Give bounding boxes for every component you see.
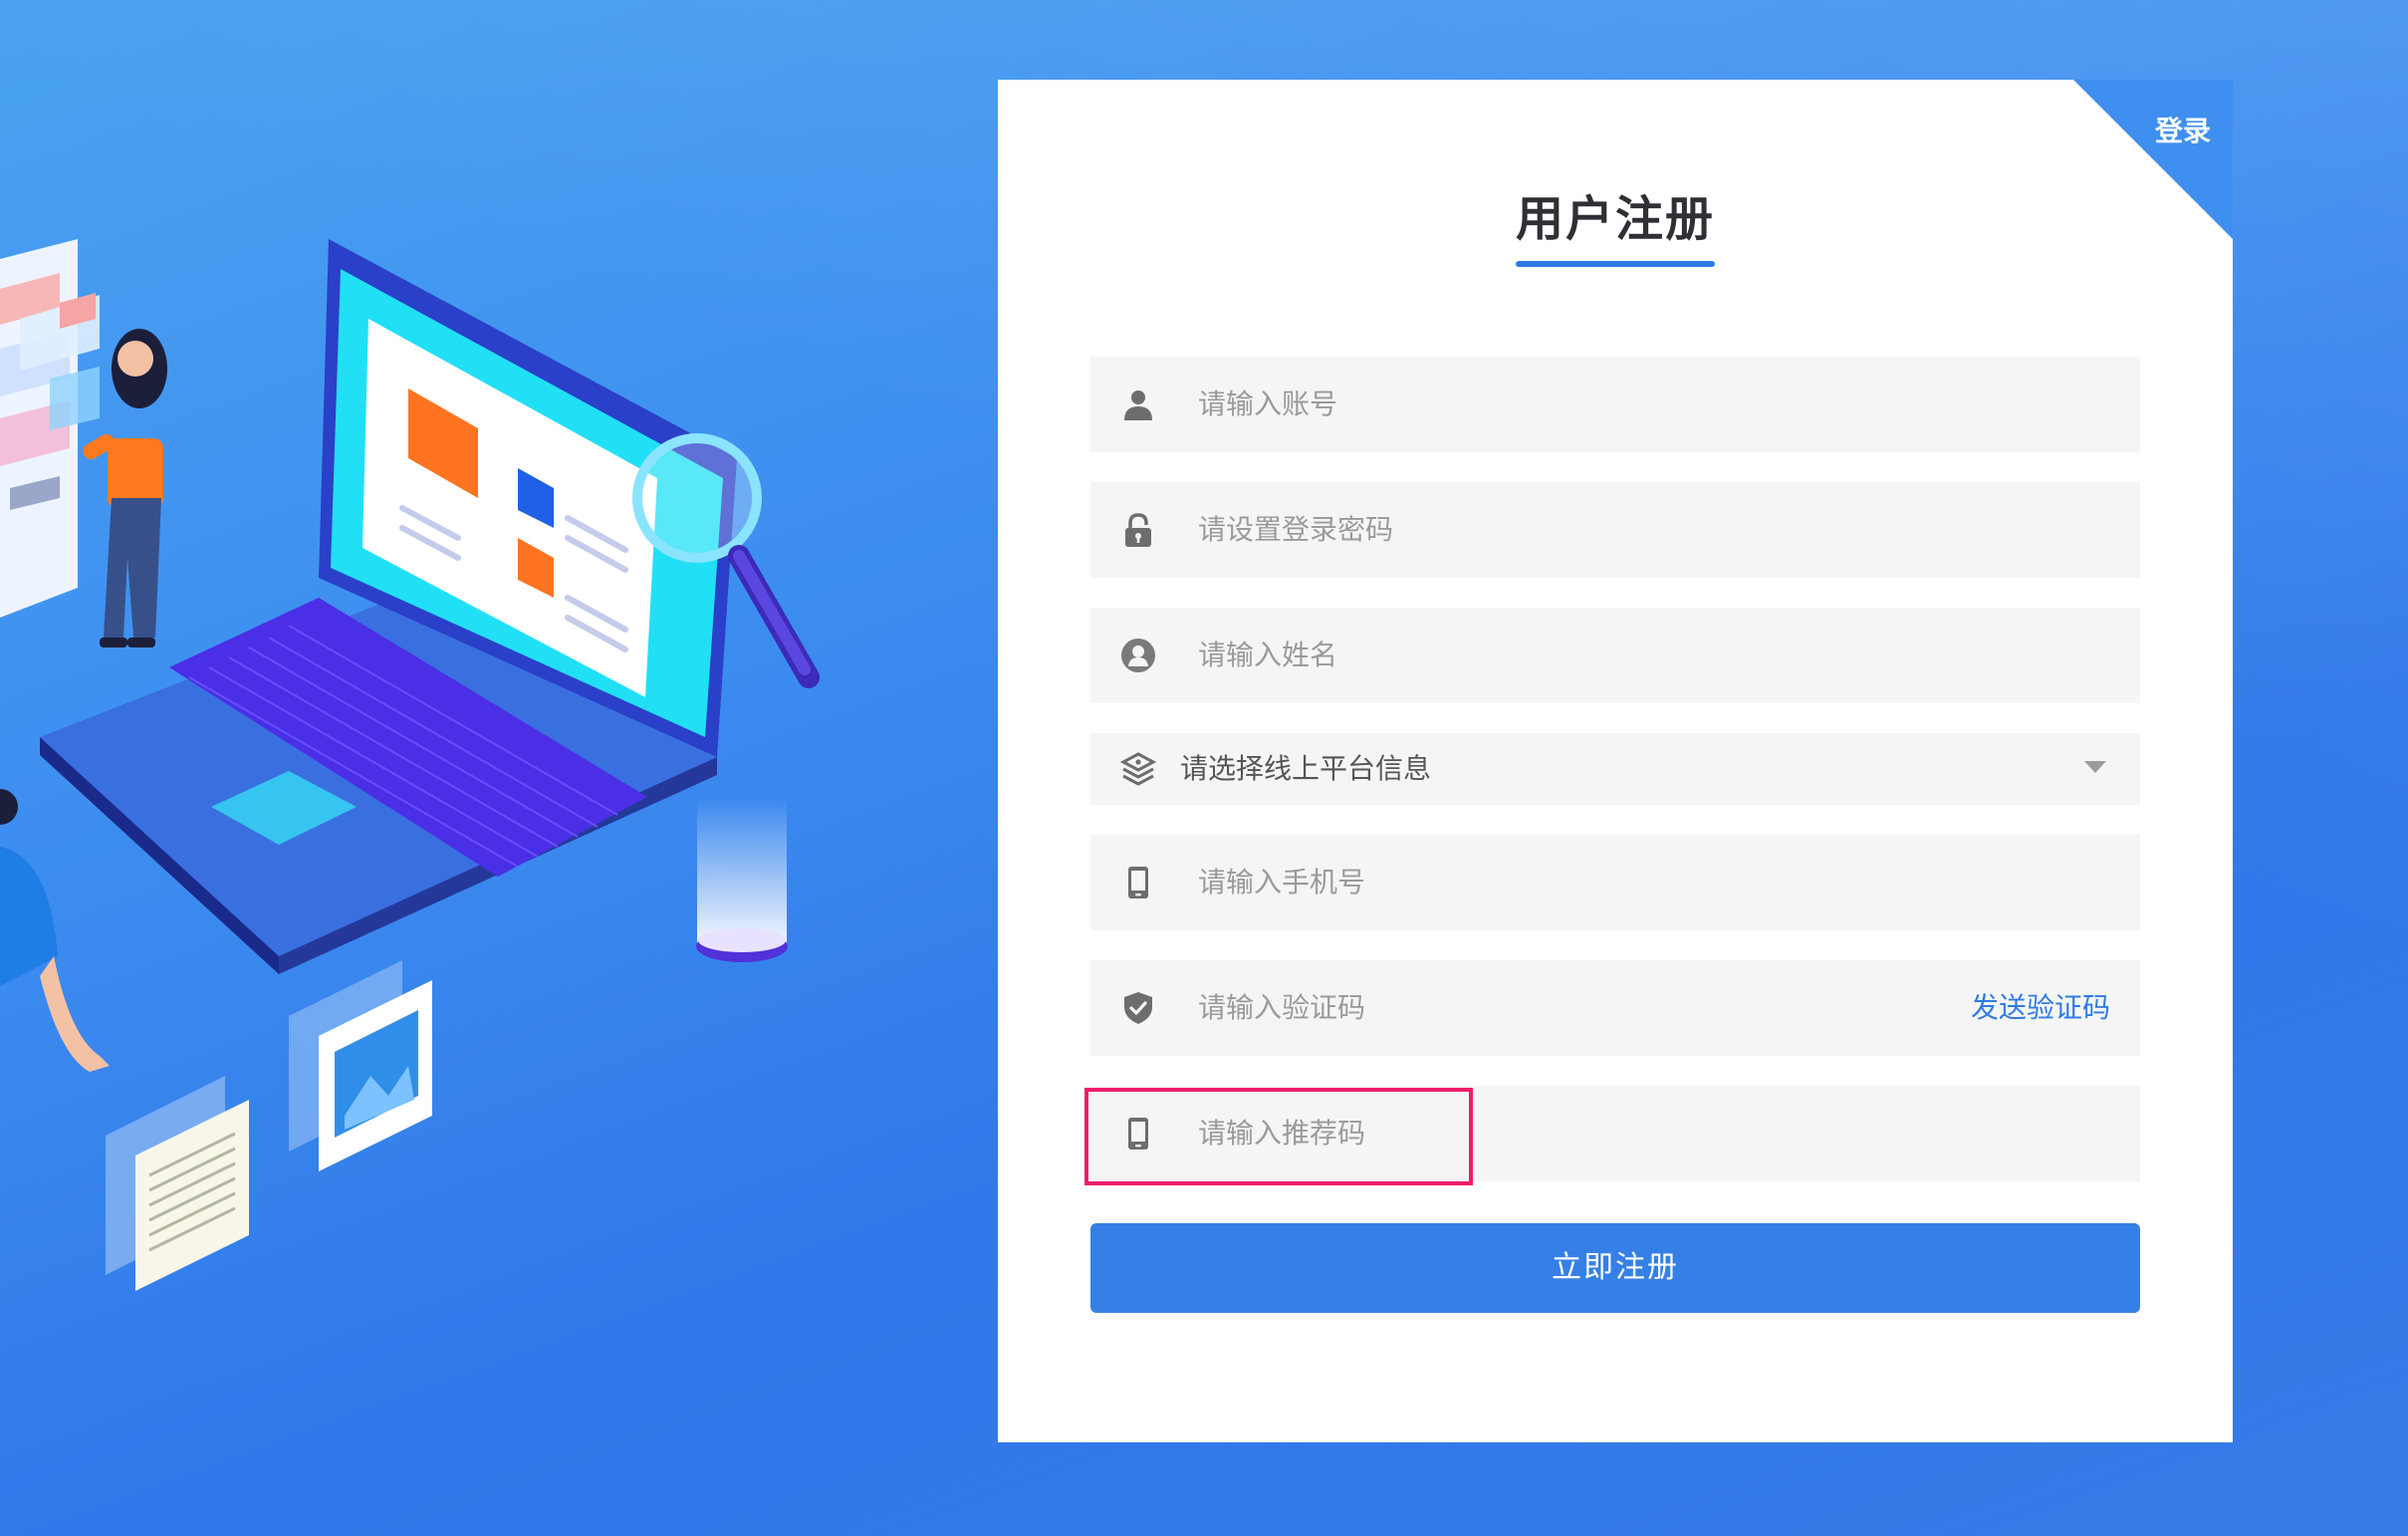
password-field[interactable]: 请设置登录密码 bbox=[1090, 482, 2140, 578]
shield-check-icon bbox=[1124, 992, 1152, 1024]
name-input[interactable]: 请输入姓名 bbox=[1198, 608, 1337, 703]
phone-input[interactable]: 请输入手机号 bbox=[1198, 835, 1365, 930]
laptop-illustration bbox=[0, 239, 820, 1291]
image-card-graphic bbox=[289, 960, 432, 1171]
man-figure-graphic bbox=[0, 789, 110, 1072]
hero-illustration bbox=[0, 199, 837, 1295]
chevron-down-icon[interactable] bbox=[2084, 761, 2106, 773]
referral-highlight-box bbox=[1084, 1088, 1473, 1185]
page-title: 用户注册 bbox=[1515, 191, 1715, 247]
password-input[interactable]: 请设置登录密码 bbox=[1198, 482, 1393, 578]
platform-select-value: 请选择线上平台信息 bbox=[1180, 752, 1432, 785]
cylinder-graphic bbox=[696, 797, 788, 962]
verification-code-input[interactable]: 请输入验证码 bbox=[1198, 960, 1365, 1056]
platform-select[interactable]: 请选择线上平台信息 bbox=[1090, 733, 2140, 805]
mobile-icon bbox=[1128, 867, 1148, 898]
login-link[interactable]: 登录 bbox=[2155, 110, 2211, 149]
account-field[interactable]: 请输入账号 bbox=[1090, 357, 2140, 452]
title-underline bbox=[1516, 261, 1715, 267]
register-card: 登录 用户注册 请输入账号 请设置登录密码 请输入姓名 请选择线上平台信息 请输… bbox=[998, 80, 2233, 1442]
user-icon bbox=[1124, 390, 1152, 420]
person-circle-icon bbox=[1121, 639, 1155, 672]
document-panels-graphic bbox=[0, 239, 100, 618]
layers-icon bbox=[1120, 752, 1156, 786]
verification-code-field[interactable]: 请输入验证码 发送验证码 bbox=[1090, 960, 2140, 1056]
register-button[interactable]: 立即注册 bbox=[1090, 1223, 2140, 1313]
phone-field[interactable]: 请输入手机号 bbox=[1090, 835, 2140, 930]
account-input[interactable]: 请输入账号 bbox=[1198, 357, 1337, 452]
name-field[interactable]: 请输入姓名 bbox=[1090, 608, 2140, 703]
lock-icon bbox=[1125, 513, 1151, 547]
text-card-graphic bbox=[106, 1076, 249, 1291]
send-code-button[interactable]: 发送验证码 bbox=[1971, 960, 2110, 1056]
